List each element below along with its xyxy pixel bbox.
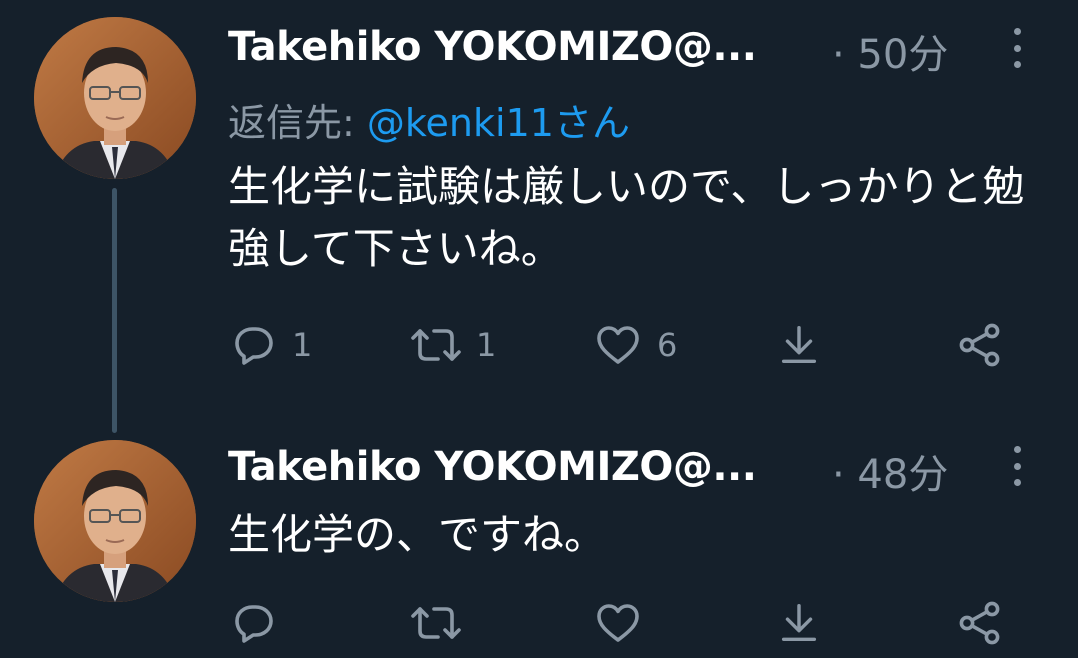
reply-icon: [235, 327, 273, 365]
heart-icon: [597, 604, 639, 642]
like-button[interactable]: [593, 598, 657, 648]
author-name[interactable]: Takehiko YOKOMIZO@...: [228, 444, 757, 490]
share-button[interactable]: [956, 598, 1004, 648]
tweet-timestamp[interactable]: · 48分: [832, 442, 948, 500]
tweet-timestamp[interactable]: · 50分: [832, 22, 948, 80]
download-icon: [781, 604, 817, 642]
more-options-icon[interactable]: [1005, 28, 1029, 68]
author-name[interactable]: Takehiko YOKOMIZO@...: [228, 24, 757, 70]
tweet-2[interactable]: Takehiko YOKOMIZO@... · 48分 生化学の、ですね。: [0, 420, 1078, 658]
action-bar: [228, 598, 1028, 648]
reply-handle-link[interactable]: @kenki11さん: [367, 101, 630, 145]
reply-prefix: 返信先:: [228, 101, 355, 145]
retweet-button[interactable]: 1: [410, 320, 496, 370]
reply-count: 1: [292, 326, 313, 364]
avatar[interactable]: [34, 440, 196, 602]
retweet-icon: [411, 329, 461, 361]
tweet-text: 生化学に試験は厳しいので、しっかりと勉強して下さいね。: [228, 162, 1025, 273]
reply-button[interactable]: 1: [230, 320, 312, 370]
reply-to-line: 返信先: @kenki11さん: [228, 92, 630, 147]
download-button[interactable]: [776, 320, 822, 370]
tweet-1[interactable]: Takehiko YOKOMIZO@... · 50分 返信先: @kenki1…: [0, 0, 1078, 400]
share-icon: [959, 601, 1000, 645]
like-count: 6: [657, 326, 678, 364]
tweet-text: 生化学の、ですね。: [228, 510, 607, 559]
download-button[interactable]: [776, 598, 822, 648]
heart-icon: [597, 326, 639, 364]
retweet-count: 1: [476, 326, 497, 364]
reply-icon: [235, 605, 273, 643]
download-icon: [781, 326, 817, 364]
retweet-icon: [411, 607, 461, 639]
retweet-button[interactable]: [410, 598, 476, 648]
share-button[interactable]: [956, 320, 1004, 370]
action-bar: 1 1 6: [228, 320, 1028, 370]
reply-button[interactable]: [230, 598, 292, 648]
like-button[interactable]: 6: [593, 320, 677, 370]
more-options-icon[interactable]: [1005, 446, 1029, 486]
avatar[interactable]: [34, 17, 196, 179]
share-icon: [959, 323, 1000, 367]
